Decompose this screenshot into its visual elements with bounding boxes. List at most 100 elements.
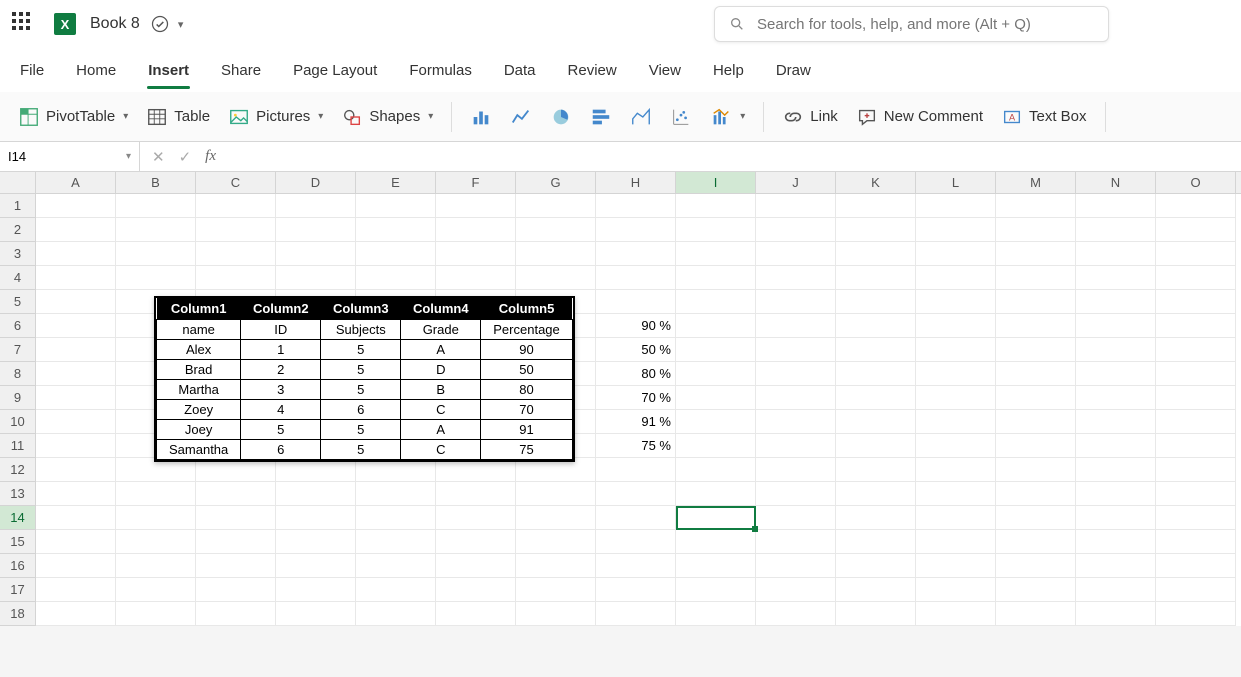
menu-tab-page-layout[interactable]: Page Layout	[277, 54, 393, 87]
formula-input[interactable]	[228, 142, 1241, 171]
pivot-table-button[interactable]: PivotTable ▾	[12, 102, 134, 132]
cell[interactable]	[596, 578, 676, 602]
document-title[interactable]: Book 8	[90, 15, 140, 33]
cell[interactable]: 50 %	[596, 338, 676, 362]
cell[interactable]	[36, 434, 116, 458]
cell[interactable]	[356, 602, 436, 626]
cell[interactable]	[116, 530, 196, 554]
cell[interactable]	[36, 458, 116, 482]
cell[interactable]: 80 %	[596, 362, 676, 386]
cell[interactable]: 90 %	[596, 314, 676, 338]
cell[interactable]	[196, 242, 276, 266]
text-box-button[interactable]: A Text Box	[995, 102, 1093, 132]
cell[interactable]	[36, 218, 116, 242]
cell[interactable]	[996, 578, 1076, 602]
cell[interactable]	[836, 458, 916, 482]
cell[interactable]	[356, 482, 436, 506]
cell[interactable]	[516, 218, 596, 242]
cell[interactable]	[916, 410, 996, 434]
cell[interactable]	[836, 602, 916, 626]
cell[interactable]	[596, 194, 676, 218]
name-box-input[interactable]	[8, 149, 126, 164]
cell[interactable]	[676, 386, 756, 410]
cell[interactable]	[756, 482, 836, 506]
cell[interactable]	[916, 602, 996, 626]
cell[interactable]	[356, 194, 436, 218]
cell[interactable]	[1076, 434, 1156, 458]
cell[interactable]	[116, 482, 196, 506]
cell[interactable]	[116, 554, 196, 578]
cell[interactable]	[36, 266, 116, 290]
cell[interactable]	[836, 506, 916, 530]
cell[interactable]	[676, 338, 756, 362]
cell[interactable]	[596, 218, 676, 242]
row-header[interactable]: 15	[0, 530, 36, 554]
cell[interactable]	[756, 362, 836, 386]
spreadsheet-grid[interactable]: ABCDEFGHIJKLMNO 123456789101112131415161…	[0, 172, 1241, 626]
cell[interactable]	[996, 266, 1076, 290]
cell[interactable]: 91 %	[596, 410, 676, 434]
row-header[interactable]: 7	[0, 338, 36, 362]
cell[interactable]	[36, 242, 116, 266]
cell[interactable]	[116, 602, 196, 626]
column-header[interactable]: O	[1156, 172, 1236, 193]
cell[interactable]	[36, 410, 116, 434]
cell[interactable]	[836, 410, 916, 434]
row-header[interactable]: 11	[0, 434, 36, 458]
row-header[interactable]: 18	[0, 602, 36, 626]
accept-formula-icon[interactable]: ✓	[179, 148, 192, 166]
cell[interactable]	[1076, 362, 1156, 386]
column-header[interactable]: B	[116, 172, 196, 193]
cell[interactable]	[676, 458, 756, 482]
row-header[interactable]: 9	[0, 386, 36, 410]
cell[interactable]	[756, 530, 836, 554]
cell[interactable]	[996, 242, 1076, 266]
cell[interactable]	[756, 338, 836, 362]
cell[interactable]	[1156, 458, 1236, 482]
cell[interactable]	[1156, 578, 1236, 602]
menu-tab-insert[interactable]: Insert	[132, 54, 205, 87]
cell[interactable]	[836, 434, 916, 458]
cell[interactable]	[676, 434, 756, 458]
cell[interactable]	[36, 386, 116, 410]
cell[interactable]	[1156, 554, 1236, 578]
cell[interactable]	[196, 218, 276, 242]
cell[interactable]	[596, 242, 676, 266]
cell[interactable]	[756, 506, 836, 530]
app-launcher-icon[interactable]	[12, 12, 36, 36]
pictures-button[interactable]: Pictures ▾	[222, 102, 329, 132]
cell[interactable]	[196, 194, 276, 218]
row-header[interactable]: 6	[0, 314, 36, 338]
cell[interactable]	[996, 338, 1076, 362]
cell[interactable]	[356, 506, 436, 530]
cell[interactable]	[836, 266, 916, 290]
cell[interactable]	[596, 602, 676, 626]
cell[interactable]	[1076, 338, 1156, 362]
cell[interactable]	[436, 554, 516, 578]
cell[interactable]	[1156, 314, 1236, 338]
column-header[interactable]: H	[596, 172, 676, 193]
saved-cloud-icon[interactable]	[150, 14, 170, 34]
cell[interactable]	[916, 218, 996, 242]
row-header[interactable]: 14	[0, 506, 36, 530]
cell[interactable]	[1076, 602, 1156, 626]
name-box[interactable]: ▾	[0, 142, 140, 171]
scatter-chart-button[interactable]	[664, 102, 698, 132]
cell[interactable]	[276, 194, 356, 218]
cell[interactable]	[276, 578, 356, 602]
cell[interactable]	[1156, 218, 1236, 242]
cell[interactable]: 75 %	[596, 434, 676, 458]
cell[interactable]	[116, 266, 196, 290]
cell[interactable]	[1076, 194, 1156, 218]
cell[interactable]	[516, 194, 596, 218]
cell[interactable]	[756, 602, 836, 626]
cell[interactable]	[1156, 338, 1236, 362]
fill-handle[interactable]	[752, 526, 758, 532]
cell[interactable]	[916, 530, 996, 554]
cell[interactable]	[1156, 194, 1236, 218]
cell[interactable]	[916, 194, 996, 218]
cell[interactable]	[676, 554, 756, 578]
cell[interactable]	[1076, 530, 1156, 554]
cell[interactable]	[1076, 266, 1156, 290]
menu-tab-home[interactable]: Home	[60, 54, 132, 87]
